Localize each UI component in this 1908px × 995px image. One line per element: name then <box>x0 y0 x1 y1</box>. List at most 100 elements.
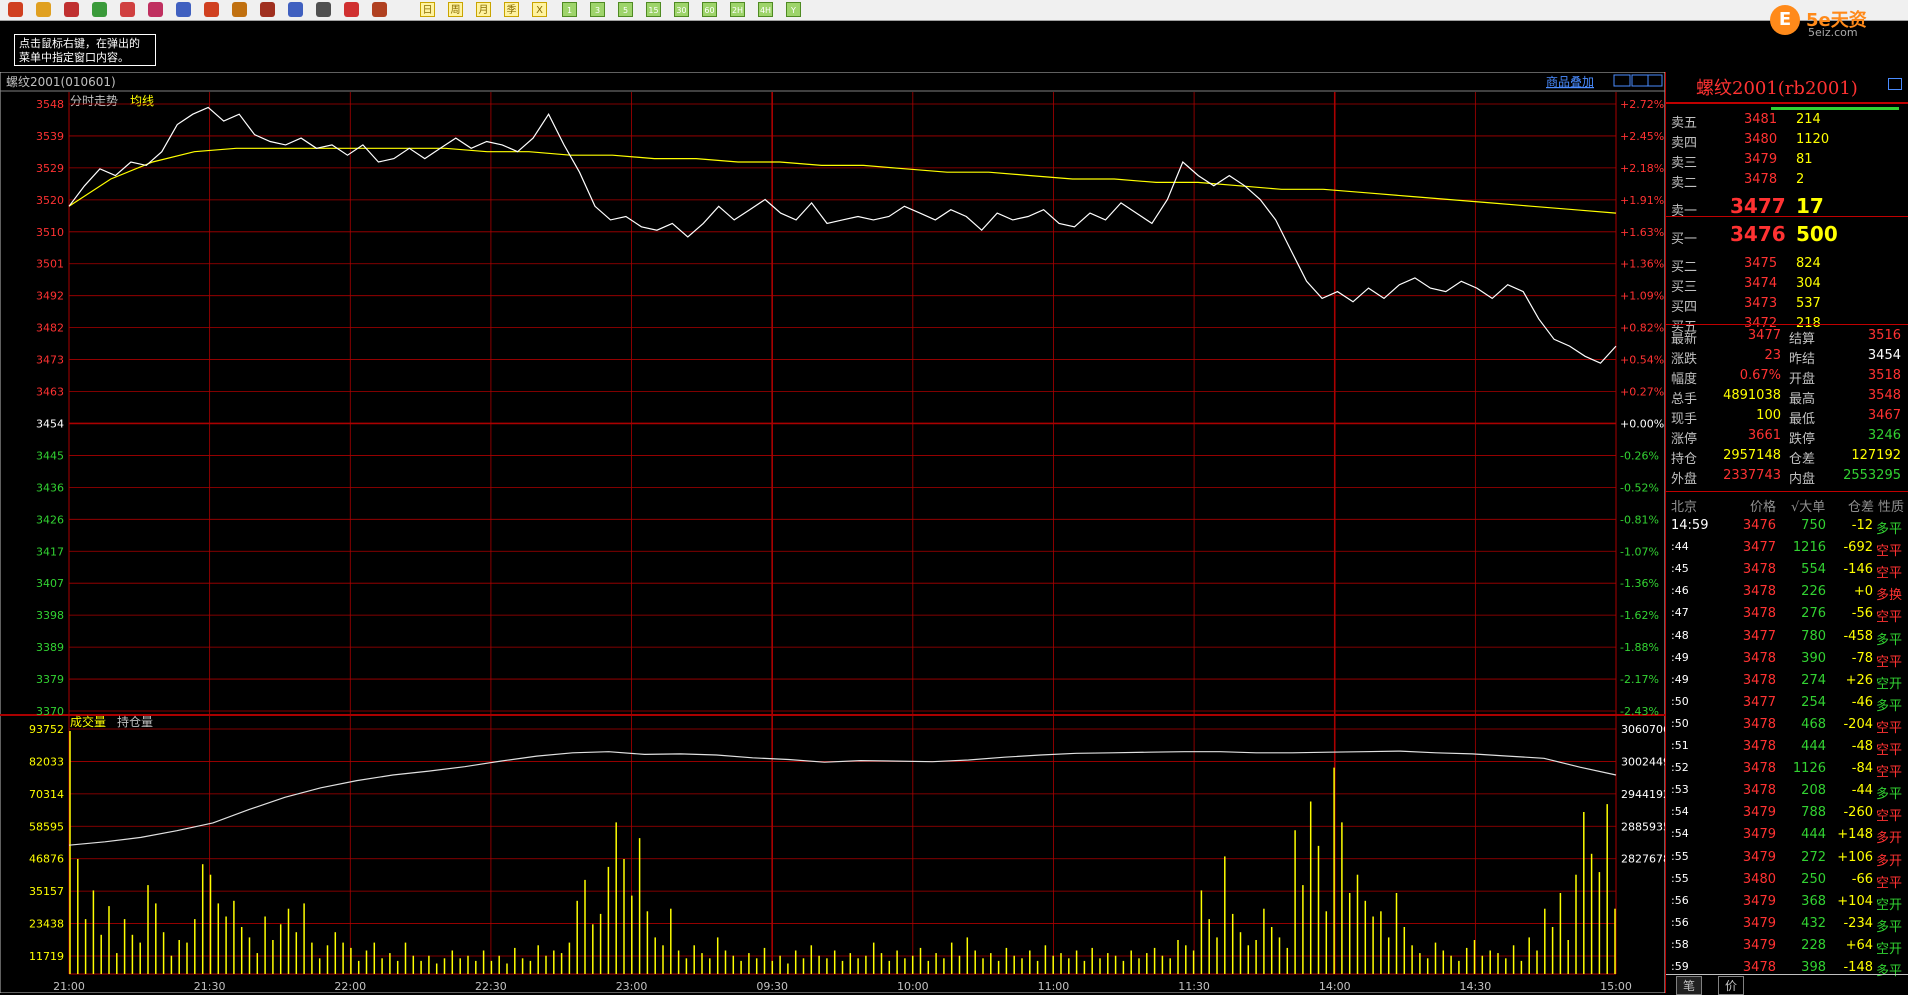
minute-period-button[interactable]: 5 <box>618 2 633 17</box>
tick-price: 3479 <box>1742 827 1776 843</box>
pencil-icon[interactable] <box>204 2 219 17</box>
tick-price: 3479 <box>1742 805 1776 821</box>
bid-volume: 537 <box>1796 296 1821 311</box>
tick-nature: 多开 <box>1876 831 1903 847</box>
layout-button-1[interactable] <box>1613 74 1631 87</box>
pct-tick-label: +2.45% <box>1620 130 1664 143</box>
refresh-icon[interactable] <box>92 2 107 17</box>
price-legend: 分时走势 <box>70 94 118 108</box>
price-tick-label: 3548 <box>36 98 64 111</box>
minute-period-button[interactable]: 2H <box>730 2 745 17</box>
layout-button-3[interactable] <box>1647 74 1663 87</box>
tick-volume: 208 <box>1801 783 1826 799</box>
stat-label: 总手 <box>1671 392 1698 407</box>
tick-nature: 多平 <box>1876 522 1903 537</box>
folder-icon[interactable] <box>36 2 51 17</box>
minute-period-button[interactable]: 15 <box>646 2 661 17</box>
tick-oi-change: +104 <box>1837 893 1873 909</box>
period-button[interactable]: 周 <box>448 2 463 17</box>
price-line <box>68 106 1617 364</box>
tick-time: :51 <box>1671 739 1689 752</box>
price-tick-label: 3417 <box>36 545 64 558</box>
tick-price: 3478 <box>1742 761 1776 777</box>
brand-logo: E 5e天资 5eiz.com <box>1768 2 1908 42</box>
bid-price: 3473 <box>1744 296 1778 311</box>
book-icon[interactable] <box>64 2 79 17</box>
ticks-header-oi: 仓差 <box>1848 500 1875 515</box>
filter-icon[interactable] <box>260 2 275 17</box>
minute-period-button[interactable]: 3 <box>590 2 605 17</box>
tick-price: 3478 <box>1742 960 1776 975</box>
stat-label: 跌停 <box>1789 432 1816 447</box>
price-tick-label: 3463 <box>36 386 64 399</box>
tick-volume: 272 <box>1801 849 1826 865</box>
period-button[interactable]: 季 <box>504 2 519 17</box>
tick-price: 3480 <box>1742 871 1776 887</box>
tick-price: 3479 <box>1742 893 1776 909</box>
minute-period-button[interactable]: Y <box>786 2 801 17</box>
ask-price: 3480 <box>1744 132 1778 147</box>
tick-time: :54 <box>1671 827 1689 841</box>
panel-divider <box>1666 974 1908 975</box>
minute-period-button[interactable]: 60 <box>702 2 717 17</box>
pct-tick-label: -0.81% <box>1620 513 1659 526</box>
pct-tick-label: -1.36% <box>1620 577 1659 590</box>
tick-oi-change: +148 <box>1837 827 1873 843</box>
price-tick-label: 3436 <box>36 481 64 494</box>
stat-value: 2957148 <box>1723 448 1781 463</box>
tick-time: :56 <box>1671 893 1689 907</box>
price-tick-label: 3529 <box>36 162 64 175</box>
zoom-out-icon[interactable] <box>148 2 163 17</box>
tick-nature: 空开 <box>1876 941 1903 957</box>
new-icon[interactable] <box>288 2 303 17</box>
tick-nature: 空开 <box>1876 897 1903 913</box>
period-button[interactable]: 日 <box>420 2 435 17</box>
pct-tick-label: +1.36% <box>1620 258 1664 271</box>
pct-tick-label: +0.00% <box>1620 417 1664 430</box>
period-button[interactable]: 月 <box>476 2 491 17</box>
pct-tick-label: -0.26% <box>1620 449 1659 462</box>
minute-period-button[interactable]: 4H <box>758 2 773 17</box>
pct-tick-label: -1.62% <box>1620 609 1659 622</box>
stat-label: 持仓 <box>1671 452 1698 467</box>
tick-volume: 1216 <box>1792 540 1826 556</box>
chart-icon[interactable] <box>344 2 359 17</box>
tick-nature: 空平 <box>1876 765 1903 781</box>
stat-label: 幅度 <box>1671 372 1698 387</box>
volume-tick-label: 58595 <box>29 820 64 833</box>
maximize-icon[interactable] <box>1888 78 1902 90</box>
layout-button-2[interactable] <box>1631 74 1649 87</box>
time-tick-label: 10:00 <box>897 980 929 993</box>
price-tick-label: 3370 <box>36 705 64 718</box>
zoom-in-icon[interactable] <box>120 2 135 17</box>
price-tick-label: 3379 <box>36 673 64 686</box>
minute-period-button[interactable]: 1 <box>562 2 577 17</box>
ask-label: 卖五 <box>1671 116 1698 131</box>
home-icon[interactable] <box>8 2 23 17</box>
tick-price: 3479 <box>1742 849 1776 865</box>
overlay-link[interactable]: 商品叠加 <box>1546 74 1594 89</box>
time-tick-label: 21:00 <box>53 980 85 993</box>
tick-time: :53 <box>1671 783 1689 797</box>
minute-period-button[interactable]: 30 <box>674 2 689 17</box>
pct-tick-label: +1.91% <box>1620 194 1664 207</box>
stat-label: 涨停 <box>1671 432 1698 447</box>
bottom-tab-0[interactable]: 笔 <box>1676 976 1703 995</box>
list-icon[interactable] <box>316 2 331 17</box>
bid-price: 3475 <box>1744 256 1778 271</box>
tick-oi-change: -78 <box>1851 650 1873 666</box>
stat-value: 3548 <box>1867 388 1901 403</box>
tick-oi-change: -234 <box>1843 915 1873 931</box>
tick-oi-change: +0 <box>1853 584 1873 600</box>
bottom-tab-1[interactable]: 价 <box>1718 976 1745 995</box>
price-tick-label: 3407 <box>36 577 64 590</box>
tick-time: :46 <box>1671 584 1689 598</box>
intraday-chart[interactable]: 螺纹2001(010601) 商品叠加分时走势 均线成交量 持仓量 3548 +2.72%… <box>0 72 1665 993</box>
kline-icon[interactable] <box>372 2 387 17</box>
paint-icon[interactable] <box>232 2 247 17</box>
window-icon[interactable] <box>176 2 191 17</box>
price-tick-label: 3445 <box>36 449 64 462</box>
period-button[interactable]: X <box>532 2 547 17</box>
tick-nature: 空平 <box>1876 610 1903 626</box>
tick-oi-change: -260 <box>1843 805 1873 821</box>
